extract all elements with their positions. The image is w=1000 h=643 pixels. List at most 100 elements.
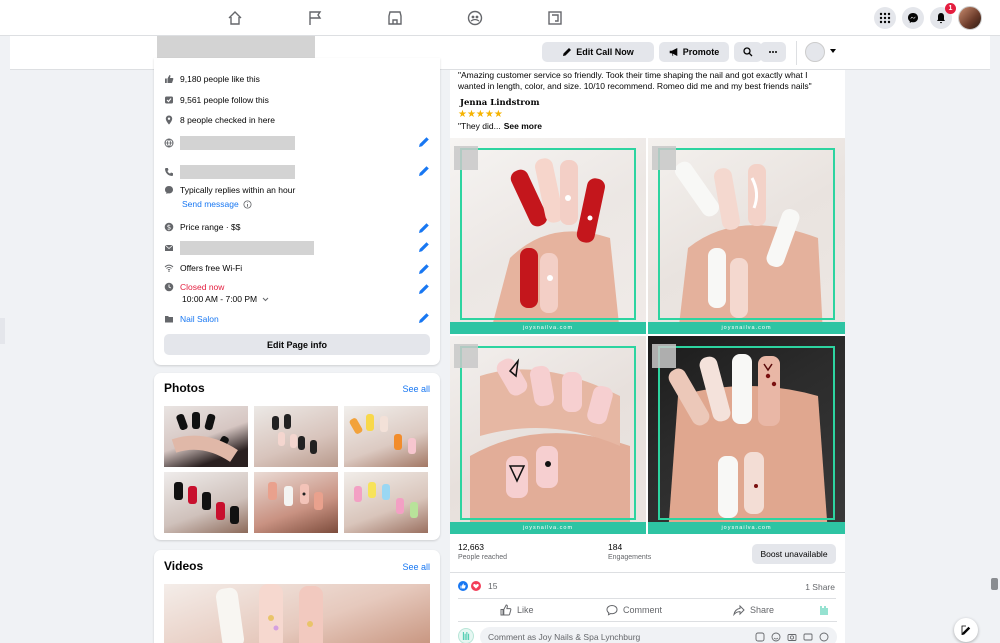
flag-icon[interactable] (305, 8, 325, 28)
phone-row (164, 165, 295, 179)
photo-thumbnail[interactable] (254, 406, 338, 467)
location-pin-icon (164, 115, 174, 125)
category-link[interactable]: Nail Salon (180, 314, 219, 324)
photo-frame (460, 148, 636, 320)
menu-grid-icon[interactable] (874, 7, 896, 29)
info-icon[interactable] (243, 199, 252, 209)
boost-unavailable-button[interactable]: Boost unavailable (752, 544, 836, 564)
post-photo-2[interactable]: joysnailva.com (648, 138, 845, 334)
follows-row: 9,561 people follow this (164, 95, 269, 105)
photo-thumbnail[interactable] (344, 406, 428, 467)
post-photo-1[interactable]: joysnailva.com (450, 138, 646, 334)
megaphone-icon (669, 48, 678, 57)
home-icon[interactable] (225, 8, 245, 28)
share-button[interactable]: Share (733, 604, 774, 616)
edit-page-info-button[interactable]: Edit Page info (164, 334, 430, 355)
edit-pencil-icon[interactable] (418, 241, 430, 253)
videos-card: Videos See all (154, 550, 440, 643)
photo-frame (460, 346, 636, 520)
people-reached-label: People reached (458, 554, 508, 561)
see-more-link[interactable]: See more (504, 121, 542, 132)
gif-icon[interactable] (803, 632, 813, 642)
groups-icon[interactable] (465, 8, 485, 28)
scrollbar-thumb[interactable] (991, 578, 998, 590)
shares-count[interactable]: 1 Share (805, 582, 835, 592)
follow-check-icon (164, 95, 174, 105)
post-rating-stars: ★★★★★ (458, 109, 503, 120)
top-navigation: 1 (0, 0, 1000, 36)
page-avatar-switcher[interactable] (805, 42, 825, 62)
edit-call-now-button[interactable]: Edit Call Now (542, 42, 654, 62)
video-thumbnail[interactable] (164, 584, 430, 643)
photos-see-all-link[interactable]: See all (402, 384, 430, 394)
sticker-face-icon[interactable] (819, 632, 829, 642)
photo-thumbnail[interactable] (164, 406, 248, 467)
messenger-reply-icon (164, 185, 174, 195)
videos-see-all-link[interactable]: See all (402, 562, 430, 572)
engagements-value: 184 (608, 542, 623, 552)
about-card: 9,180 people like this 9,561 people foll… (154, 58, 440, 365)
photo-watermark-banner: joysnailva.com (648, 522, 845, 534)
likes-row: 9,180 people like this (164, 74, 260, 84)
search-icon (743, 47, 753, 57)
comment-tools (755, 632, 829, 642)
edit-pencil-icon[interactable] (418, 263, 430, 275)
photo-thumbnail[interactable] (344, 472, 428, 533)
emoji-icon[interactable] (771, 632, 781, 642)
clock-icon (164, 282, 174, 292)
search-button[interactable] (734, 42, 762, 62)
like-button[interactable]: Like (500, 604, 534, 616)
more-options-button[interactable] (760, 42, 786, 62)
post-truncated-text: "They did... See more (458, 121, 542, 132)
redacted-square (652, 344, 676, 368)
people-reached-value: 12,663 (458, 542, 484, 552)
website-row (164, 136, 295, 150)
envelope-icon (164, 243, 174, 253)
send-message-link[interactable]: Send message (182, 199, 239, 209)
comment-input[interactable]: Comment as Joy Nails & Spa Lynchburg (480, 627, 837, 643)
edit-pencil-icon[interactable] (418, 312, 430, 324)
comment-button[interactable]: Comment (606, 604, 662, 616)
redacted-square (454, 146, 478, 170)
sticker-icon[interactable] (755, 632, 765, 642)
photo-thumbnail[interactable] (254, 472, 338, 533)
photos-title: Photos (164, 381, 205, 395)
globe-icon (164, 138, 174, 148)
redacted-website (180, 136, 295, 150)
chevron-down-icon (262, 297, 269, 301)
divider (450, 572, 845, 573)
love-reaction-icon (471, 581, 481, 591)
promote-button[interactable]: Promote (659, 42, 729, 62)
profile-avatar[interactable] (958, 6, 982, 30)
wifi-row: Offers free Wi-Fi (164, 263, 242, 273)
pencil-icon (563, 48, 572, 56)
camera-icon[interactable] (787, 632, 797, 642)
edit-pencil-icon[interactable] (418, 165, 430, 177)
ellipsis-icon (769, 51, 777, 53)
marketplace-icon[interactable] (385, 8, 405, 28)
gaming-icon[interactable] (545, 8, 565, 28)
chevron-down-icon[interactable] (830, 49, 836, 53)
notification-badge: 1 (945, 3, 956, 14)
edit-pencil-icon[interactable] (418, 283, 430, 295)
thumbs-up-icon (500, 604, 512, 616)
closed-now-status: Closed now (180, 282, 225, 292)
checkins-row: 8 people checked in here (164, 115, 275, 125)
like-reaction-icon (458, 581, 468, 591)
post-review-author: Jenna Lindstrom (460, 98, 540, 108)
reactions-summary[interactable]: 15 (458, 581, 497, 591)
thumbs-up-icon (164, 74, 174, 84)
edit-pencil-icon[interactable] (418, 222, 430, 234)
post-photo-3[interactable]: joysnailva.com (450, 336, 646, 534)
photo-thumbnail[interactable] (164, 472, 248, 533)
post-photo-4[interactable]: joysnailva.com (648, 336, 845, 534)
notifications-bell-icon[interactable]: 1 (930, 3, 956, 29)
edit-pencil-icon[interactable] (418, 136, 430, 148)
divider (796, 41, 797, 65)
videos-title: Videos (164, 559, 204, 573)
messenger-icon[interactable] (902, 7, 924, 29)
hours-dropdown[interactable]: 10:00 AM - 7:00 PM (182, 294, 269, 304)
new-message-button[interactable] (954, 618, 978, 642)
audience-page-icon[interactable] (820, 606, 828, 615)
photo-frame (658, 148, 835, 320)
